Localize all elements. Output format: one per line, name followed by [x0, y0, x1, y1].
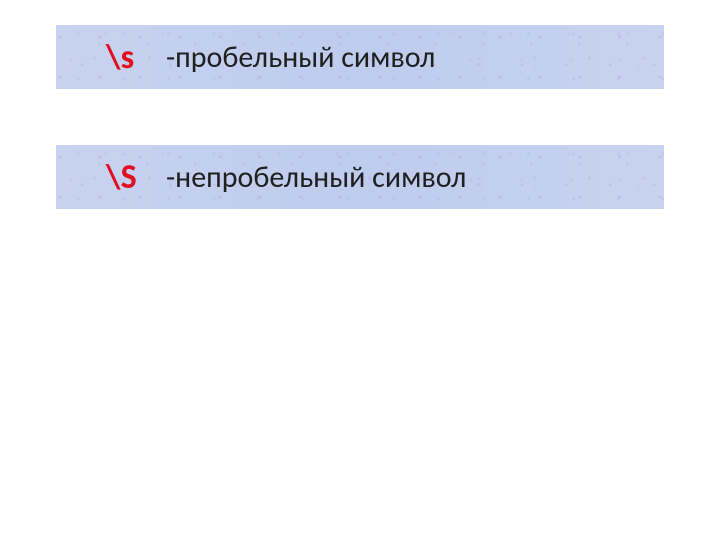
regex-entry-row: \s -пробельный символ — [56, 25, 664, 89]
regex-description: -непробельный символ — [166, 159, 466, 196]
regex-symbol: \S — [106, 157, 144, 198]
regex-description: -пробельный символ — [166, 39, 435, 76]
regex-symbol: \s — [106, 37, 144, 78]
regex-entry-row: \S -непробельный символ — [56, 145, 664, 209]
